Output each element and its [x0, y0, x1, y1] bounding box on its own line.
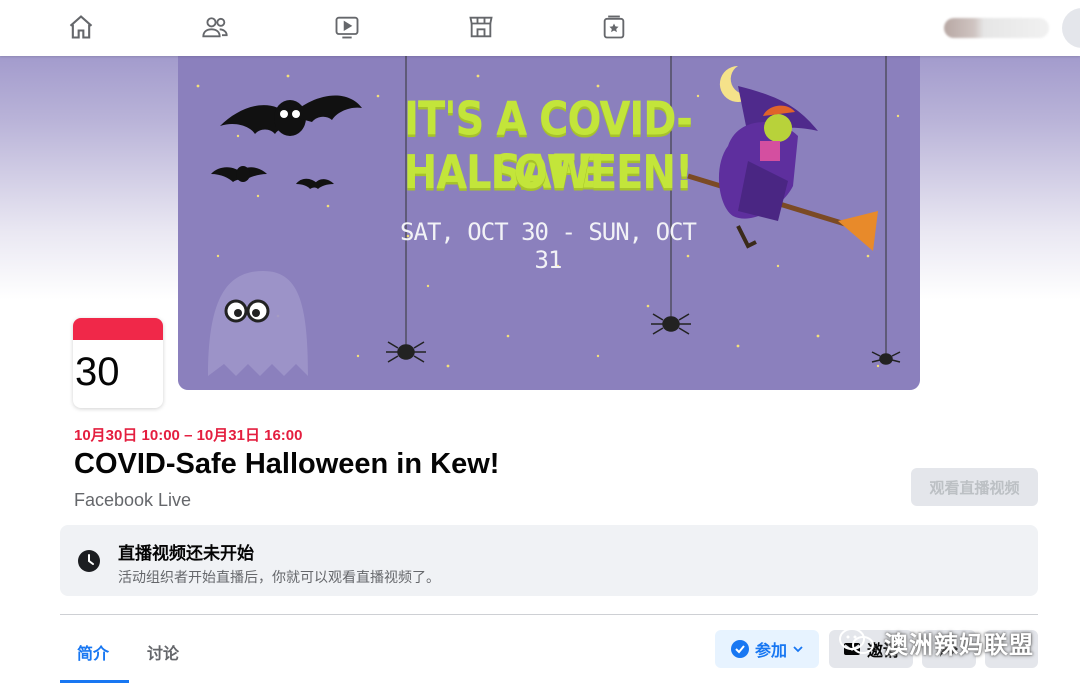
event-datetime: 10月30日 10:00 – 10月31日 16:00: [74, 427, 303, 444]
check-circle-icon: [730, 640, 749, 658]
going-button[interactable]: 参加: [715, 630, 819, 668]
ghost-icon: [208, 271, 308, 376]
account-menu-button[interactable]: [1062, 8, 1080, 48]
tab-discussion[interactable]: 讨论: [147, 640, 179, 664]
chevron-down-icon: [793, 646, 803, 653]
event-host[interactable]: Facebook Live: [74, 490, 191, 511]
clock-icon: [78, 550, 100, 572]
wechat-icon: [839, 628, 874, 654]
going-button-label: 参加: [754, 643, 787, 660]
watch-live-button[interactable]: 观看直播视频: [911, 468, 1038, 506]
cover-title-line2: HALLOWEEN!: [403, 146, 693, 200]
watermark-text: 澳洲辣妈联盟: [884, 631, 1034, 659]
groups-icon[interactable]: [597, 10, 631, 44]
top-navigation-bar: [0, 0, 1080, 56]
section-divider: [60, 614, 1038, 615]
home-icon[interactable]: [64, 10, 98, 44]
spider-icon: [386, 313, 901, 365]
calendar-badge: 30: [73, 318, 163, 408]
calendar-day: 30: [75, 350, 120, 394]
bat-icon: [220, 95, 362, 136]
watermark: 澳洲辣妈联盟: [838, 622, 1034, 662]
cover-dates: SAT, OCT 30 - SUN, OCT 31: [400, 218, 697, 274]
tab-about[interactable]: 简介: [77, 640, 109, 664]
notice-subtitle: 活动组织者开始直播后，你就可以观看直播视频了。: [118, 569, 440, 585]
marketplace-icon[interactable]: [464, 10, 498, 44]
bat-icon-small: [211, 166, 334, 189]
profile-name-blurred[interactable]: [944, 18, 1049, 38]
notice-title: 直播视频还未开始: [118, 544, 254, 563]
event-title: COVID-Safe Halloween in Kew!: [74, 448, 500, 480]
calendar-badge-header: [73, 318, 163, 340]
event-cover-image: IT'S A COVID-SAFE HALLOWEEN! SAT, OCT 30…: [178, 56, 920, 390]
active-tab-indicator: [60, 680, 129, 683]
live-not-started-notice: 直播视频还未开始 活动组织者开始直播后，你就可以观看直播视频了。: [60, 525, 1038, 596]
friends-icon[interactable]: [198, 10, 232, 44]
watch-icon[interactable]: [330, 10, 364, 44]
